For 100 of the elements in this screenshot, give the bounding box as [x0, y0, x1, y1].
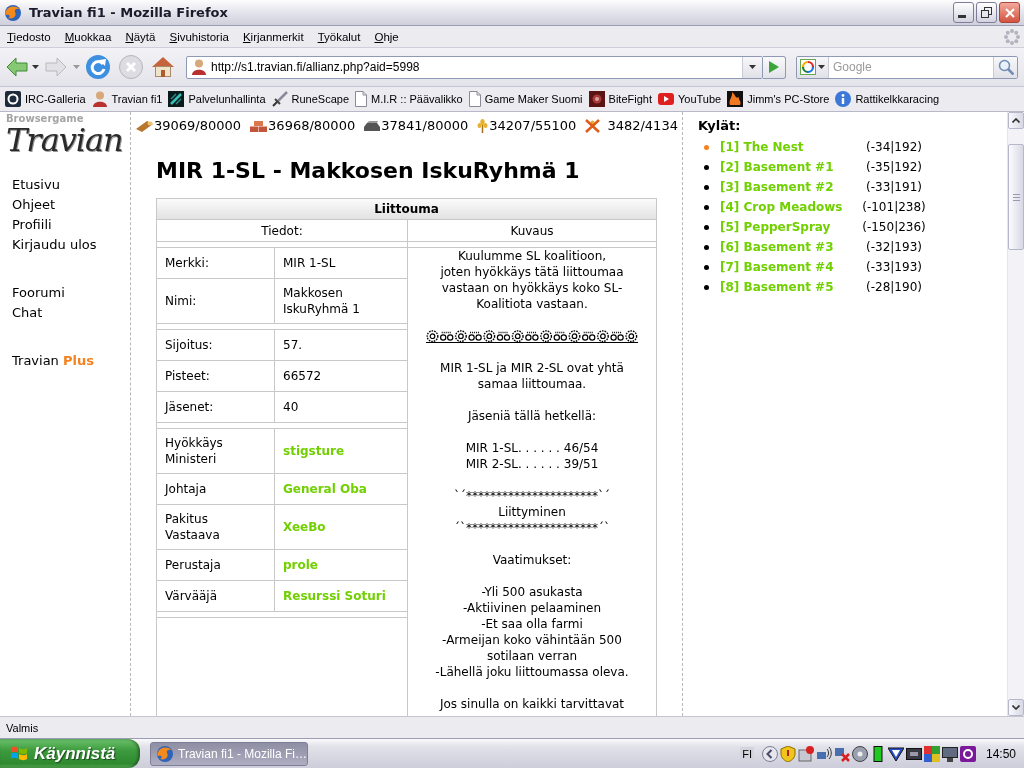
go-button[interactable] — [763, 55, 786, 79]
clock: 14:50 — [985, 746, 1016, 761]
nav-link[interactable]: Foorumi — [12, 283, 65, 303]
ring-icon[interactable] — [959, 745, 976, 762]
description-text: Jos sinulla on kaikki tarvittavat — [439, 696, 625, 712]
tile-icon — [168, 91, 185, 107]
bricks-icon — [250, 120, 268, 132]
caret-icon — [818, 65, 825, 69]
reload-icon — [86, 55, 110, 79]
nav-link[interactable]: Chat — [12, 303, 43, 323]
reload-button[interactable] — [86, 52, 110, 82]
table-cell-text: 40 — [282, 399, 300, 416]
menu-item[interactable]: Sivuhistoria — [162, 28, 236, 45]
menu-item[interactable]: Näytä — [118, 28, 163, 45]
menu-item[interactable]: Muokkaa — [57, 28, 119, 45]
menu-item[interactable]: Työkalut — [310, 28, 368, 45]
bookmark-item[interactable]: Jimm's PC-Store — [725, 88, 832, 110]
sword-icon — [271, 91, 288, 107]
resource-amount: 36968/80000 — [268, 118, 356, 134]
triangle-icon[interactable] — [887, 745, 904, 762]
resource-amount: 37841/80000 — [381, 118, 469, 134]
resource-amount: 39069/80000 — [154, 118, 242, 134]
app-icon[interactable] — [923, 745, 940, 762]
menu-item[interactable]: Ohje — [367, 28, 406, 45]
globe-icon — [5, 4, 21, 21]
address-field[interactable]: http://s1.travian.fi/allianz.php?aid=5998 — [207, 57, 742, 77]
description-text: MIR 1-SL ja MIR 2-SL ovat yhtä samaa liittoumaa. — [440, 360, 624, 392]
caret-icon — [32, 65, 39, 69]
village-coordinates: (-150|236) — [862, 220, 926, 234]
description-text: MIR 1-SL. . . . . . 46/54 MIR 2-SL. . . . . . 39/51 — [465, 440, 599, 472]
page-icon — [468, 91, 481, 107]
search-engine-button[interactable] — [797, 56, 829, 78]
page-heading: MIR 1-SL - Makkosen IskuRyhmä 1 — [156, 158, 580, 184]
caret-up-icon — [1012, 118, 1020, 123]
restore-button[interactable] — [976, 2, 997, 23]
bookmark-item[interactable]: M.I.R :: Päävalikko — [353, 88, 465, 110]
bookmark-item[interactable]: BiteFight — [586, 88, 654, 110]
village-coordinates: (-33|191) — [866, 180, 922, 194]
table-cell: Nimi: — [157, 279, 275, 323]
table-cell-text: 57. — [282, 337, 304, 354]
scrollbar-thumb[interactable] — [1008, 144, 1024, 250]
nav-link[interactable]: Etusivu — [12, 175, 60, 195]
menu-item[interactable]: Tiedosto — [0, 28, 58, 45]
home-icon — [152, 57, 174, 77]
language-indicator[interactable]: FI — [740, 746, 754, 761]
spinner-icon — [1004, 28, 1020, 45]
search-field[interactable]: Google — [829, 57, 993, 77]
bookmark-item[interactable]: Palvelunhallinta — [166, 88, 268, 110]
nav-link[interactable]: Profiili — [12, 215, 52, 235]
bookmark-item[interactable]: Game Maker Suomi — [466, 88, 585, 110]
table-cell: Värvääjä — [157, 581, 275, 611]
description-text: -Yli 500 asukasta -Aktiivinen pelaaminen -Et saa olla farmi -Armeijan koko vähintään 500 sotilaan verran -Lähellä joku liittoumassa oleva. — [435, 584, 629, 680]
bookmark-item[interactable]: RuneScape — [269, 88, 352, 110]
table-cell: Merkki: — [157, 248, 275, 278]
monitor-icon[interactable] — [905, 745, 922, 762]
dropdown-button[interactable] — [742, 56, 762, 78]
scroll-up-button[interactable] — [1008, 112, 1024, 129]
avatar-icon — [191, 59, 207, 75]
bookmark-item[interactable]: YouTube — [655, 88, 724, 110]
table-cell-text: MIR 1-SL — [282, 255, 337, 272]
village-coordinates: (-32|193) — [866, 240, 922, 254]
alert-icon[interactable] — [797, 745, 814, 762]
address-bar[interactable]: http://s1.travian.fi/allianz.php?aid=5998 — [186, 55, 763, 79]
village-coordinates: (-101|238) — [862, 200, 926, 214]
nav-link[interactable]: Kirjaudu ulos — [12, 235, 97, 255]
start-button[interactable]: Käynnistä — [0, 739, 140, 768]
close-icon — [1004, 7, 1015, 18]
display-icon[interactable] — [941, 745, 958, 762]
video-icon — [657, 91, 674, 107]
scroll-down-button[interactable] — [1008, 699, 1024, 716]
nav-link[interactable]: Ohjeet — [12, 195, 56, 215]
description-text: Kuulumme SL koalitioon, joten hyökkäys tätä liittoumaa vastaan on hyökkäys koko SL- Koalitiota vastaan. — [440, 248, 624, 312]
crossed-wheat-icon — [585, 119, 601, 133]
menu-item[interactable]: Kirjanmerkit — [235, 28, 311, 45]
table-cell: Jäsenet: — [157, 392, 275, 422]
search-bar[interactable]: Google — [796, 55, 1018, 79]
caret-down-icon — [1012, 705, 1020, 710]
table-cell: Pisteet: — [157, 361, 275, 391]
bookmark-item[interactable]: Travian fi1 — [89, 88, 165, 110]
bookmark-item[interactable]: IRC-Galleria — [3, 88, 88, 110]
caret-icon — [73, 65, 80, 69]
table-cell-text: 66572 — [282, 368, 323, 385]
disc-icon[interactable] — [851, 745, 868, 762]
column-header: Kuvaus — [509, 222, 555, 240]
shield-icon[interactable] — [779, 745, 796, 762]
close-button[interactable] — [999, 2, 1020, 23]
nav-link[interactable]: Travian Plus — [12, 351, 94, 371]
minimize-button[interactable] — [953, 2, 974, 23]
search-button[interactable] — [993, 56, 1017, 78]
column-header: Tiedot: — [157, 220, 408, 241]
village-coordinates: (-35|192) — [866, 160, 922, 174]
disconnected-icon[interactable] — [833, 745, 850, 762]
table-cell: Pakitus Vastaava — [157, 505, 275, 549]
table-cell: Perustaja — [157, 550, 275, 580]
info-icon — [835, 91, 852, 107]
description-text: Vaatimukset: — [492, 552, 572, 568]
chevron-icon[interactable] — [761, 745, 778, 762]
grip-icon — [1012, 193, 1020, 201]
network-icon[interactable] — [815, 745, 832, 762]
bookmark-item[interactable]: Rattikelkkaracing — [833, 88, 942, 110]
